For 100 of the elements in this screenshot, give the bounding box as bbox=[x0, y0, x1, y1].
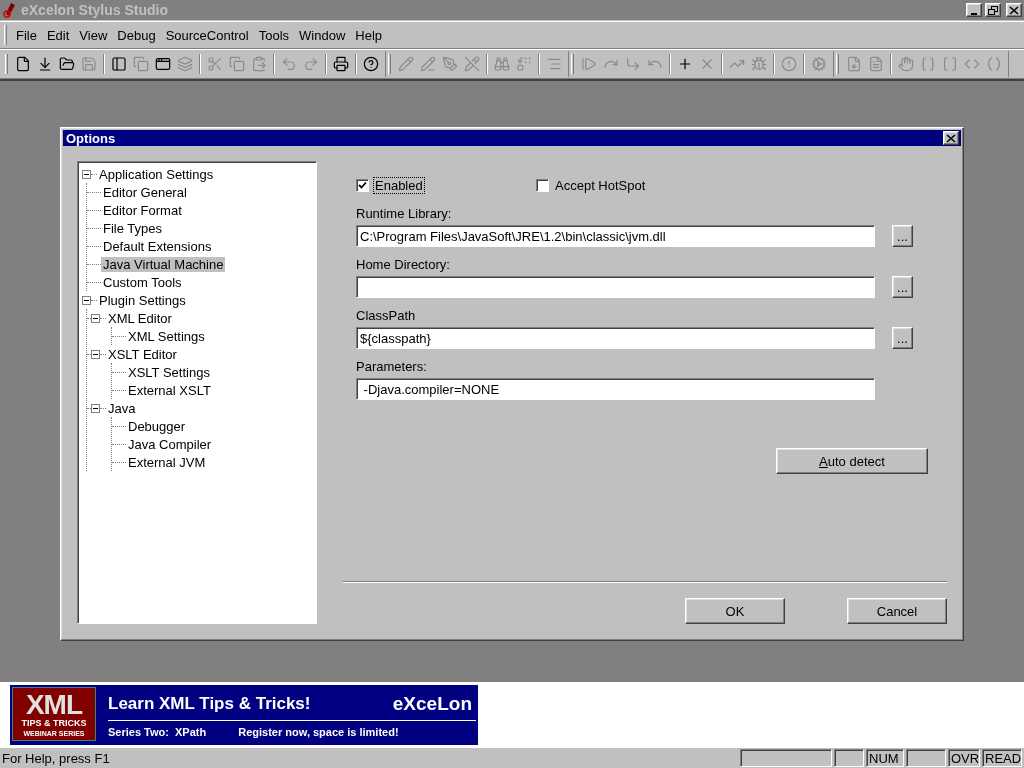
input-field[interactable]: C:\Program Files\JavaSoft\JRE\1.2\bin\classic\jvm.dll bbox=[356, 225, 875, 247]
menu-item[interactable]: Window bbox=[294, 27, 351, 43]
tree-item[interactable]: Default Extensions bbox=[101, 238, 214, 254]
step-icon bbox=[581, 56, 597, 72]
dialog-title: Options bbox=[66, 130, 116, 146]
field-label: Home Directory: bbox=[356, 257, 451, 272]
browse-button[interactable]: ... bbox=[892, 276, 913, 298]
save-icon bbox=[81, 56, 97, 72]
input-field[interactable] bbox=[356, 276, 875, 298]
alert-icon bbox=[781, 56, 797, 72]
checkbox[interactable] bbox=[356, 178, 369, 192]
minimize-button[interactable] bbox=[966, 3, 982, 17]
field-label: Runtime Library: bbox=[356, 206, 453, 221]
tree-item[interactable]: External XSLT bbox=[126, 382, 213, 398]
collapse-toggle[interactable] bbox=[82, 295, 91, 305]
menu-item[interactable]: File bbox=[11, 27, 42, 43]
hand-icon bbox=[898, 56, 914, 72]
redo-icon bbox=[303, 56, 319, 72]
tree-item[interactable]: XML Editor bbox=[106, 310, 174, 326]
ok-button[interactable]: OK bbox=[685, 598, 785, 624]
restore-icon bbox=[987, 4, 999, 16]
undo-icon bbox=[281, 56, 297, 72]
auto-detect-button[interactable]: Auto detect bbox=[776, 448, 928, 474]
brackets-icon bbox=[942, 56, 958, 72]
tree-item[interactable]: Java bbox=[106, 400, 138, 416]
document-icon bbox=[846, 56, 862, 72]
status-pane bbox=[906, 749, 946, 767]
checkbox[interactable] bbox=[536, 178, 549, 192]
plus-icon bbox=[677, 56, 693, 72]
banner-headline: Learn XML Tips & Tricks! bbox=[108, 693, 311, 714]
pen-icon bbox=[442, 56, 458, 72]
banner-series: Series Two: XPath bbox=[108, 726, 207, 738]
tree-item[interactable]: Editor General bbox=[101, 184, 189, 200]
tree-item[interactable]: Custom Tools bbox=[101, 274, 184, 290]
tree-item[interactable]: Application Settings bbox=[97, 166, 216, 182]
app-logo-icon bbox=[2, 2, 18, 18]
document-icon bbox=[15, 56, 31, 72]
banner-call: Register now, space is limited! bbox=[238, 726, 399, 738]
collapse-toggle[interactable] bbox=[91, 349, 100, 359]
menu-item[interactable]: Help bbox=[350, 27, 388, 43]
gear-icon bbox=[811, 56, 827, 72]
collapse-toggle[interactable] bbox=[91, 403, 100, 413]
tree-item[interactable]: File Types bbox=[101, 220, 164, 236]
status-pane: OVR bbox=[948, 749, 980, 767]
tree-item[interactable]: Plugin Settings bbox=[97, 292, 188, 308]
checkbox-label: Accept HotSpot bbox=[554, 177, 647, 193]
menu-item[interactable]: Tools bbox=[253, 27, 295, 43]
status-pane bbox=[834, 749, 864, 767]
tree-item[interactable]: XSLT Settings bbox=[126, 364, 212, 380]
step-icon bbox=[625, 56, 641, 72]
scissors-icon bbox=[207, 56, 223, 72]
copy-icon bbox=[229, 56, 245, 72]
layers-icon bbox=[177, 56, 193, 72]
menu-item[interactable]: Edit bbox=[41, 27, 75, 43]
field-label: ClassPath bbox=[356, 308, 417, 323]
windows-icon bbox=[133, 56, 149, 72]
tree-item[interactable]: Java Virtual Machine bbox=[101, 256, 226, 272]
logo-title: XML bbox=[25, 691, 83, 719]
minimize-icon bbox=[971, 12, 977, 15]
menu-item[interactable]: SourceControl bbox=[160, 27, 254, 43]
align-icon bbox=[546, 56, 562, 72]
browse-button[interactable]: ... bbox=[892, 327, 913, 349]
browse-button[interactable]: ... bbox=[892, 225, 913, 247]
close-icon bbox=[1008, 4, 1020, 16]
pencil-icon bbox=[398, 56, 414, 72]
input-field[interactable]: -Djava.compiler=NONE bbox=[356, 378, 875, 400]
status-pane: For Help, press F1 bbox=[1, 749, 111, 767]
close-button[interactable] bbox=[1006, 3, 1022, 17]
close-icon bbox=[945, 132, 957, 144]
checkmark-icon bbox=[358, 180, 367, 190]
field-label: Parameters: bbox=[356, 359, 428, 374]
status-pane: READ bbox=[982, 749, 1022, 767]
cancel-button[interactable]: Cancel bbox=[847, 598, 947, 624]
bug-icon bbox=[751, 56, 767, 72]
input-field[interactable]: ${classpath} bbox=[356, 327, 875, 349]
paste-icon bbox=[251, 56, 267, 72]
tree-item[interactable]: Debugger bbox=[126, 418, 188, 434]
pencil-icon bbox=[464, 56, 480, 72]
menu-item[interactable]: View bbox=[74, 27, 113, 43]
window-icon bbox=[111, 56, 127, 72]
tree-item[interactable]: External JVM bbox=[126, 454, 208, 470]
logo-subtitle: TIPS & TRICKS bbox=[21, 719, 87, 728]
collapse-toggle[interactable] bbox=[82, 169, 91, 179]
pencil-icon bbox=[420, 56, 436, 72]
help-icon bbox=[363, 56, 379, 72]
checkbox-label: Enabled bbox=[374, 177, 424, 193]
menu-item[interactable]: Debug bbox=[112, 27, 161, 43]
tree-item[interactable]: Java Compiler bbox=[126, 436, 214, 452]
close-button[interactable] bbox=[943, 131, 959, 145]
tree-item[interactable]: XSLT Editor bbox=[106, 346, 179, 362]
collapse-toggle[interactable] bbox=[91, 313, 100, 323]
braces-icon bbox=[920, 56, 936, 72]
download-icon bbox=[37, 56, 53, 72]
code-icon bbox=[964, 56, 980, 72]
printer-icon bbox=[333, 56, 349, 72]
tree-item[interactable]: Editor Format bbox=[101, 202, 184, 218]
brand-logo: eXceLon bbox=[392, 692, 472, 715]
restore-button[interactable] bbox=[985, 3, 1001, 17]
parentheses-icon bbox=[986, 56, 1002, 72]
tree-item[interactable]: XML Settings bbox=[126, 328, 207, 344]
